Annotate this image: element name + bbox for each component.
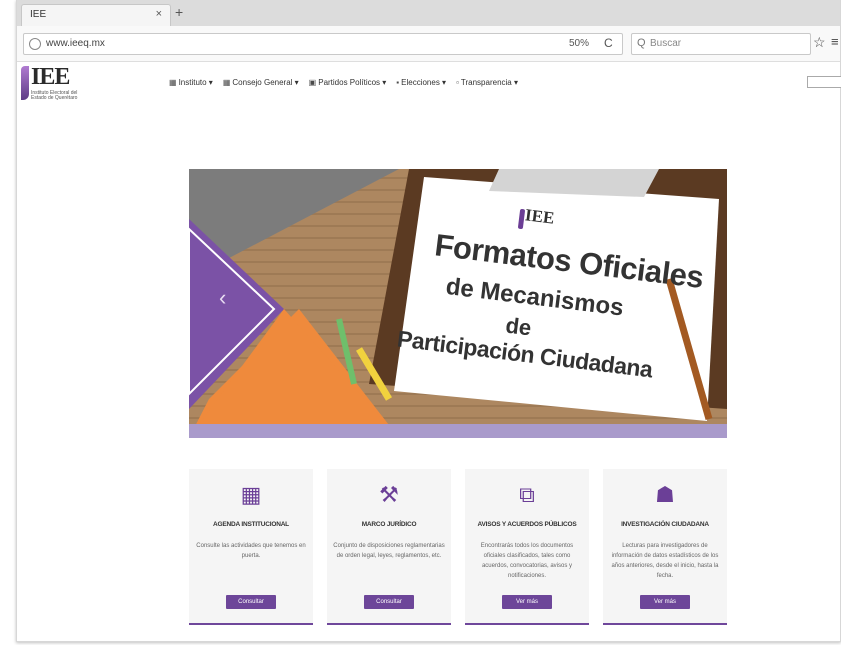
menu-consejo-icon: ▦: [222, 78, 231, 87]
card-description: Conjunto de disposiciones reglamentarias…: [333, 543, 445, 559]
card-title: INVESTIGACIÓN CIUDADANA: [621, 521, 709, 528]
menu-transparencia-icon: ▫: [456, 78, 459, 87]
reload-icon[interactable]: C: [604, 36, 613, 50]
card-avisos: ⧉ AVISOS Y ACUERDOS PÚBLICOS Encontrarás…: [465, 469, 589, 625]
site-info-icon[interactable]: [29, 38, 41, 50]
tab-close-icon[interactable]: ×: [156, 8, 162, 20]
card-button[interactable]: Ver más: [502, 595, 552, 609]
tab-strip: IEE × +: [17, 0, 840, 26]
menu-item-partidos[interactable]: ▣ Partidos Políticos ▾: [309, 78, 387, 87]
card-button[interactable]: Consultar: [364, 595, 414, 609]
main-menu: ▦ Instituto ▾ ▦ Consejo General ▾ ▣ Partido…: [169, 78, 518, 87]
menu-item-label: Transparencia ▾: [460, 78, 518, 87]
site-header: IEE Instituto Electoral del Estado de Qu…: [17, 62, 841, 104]
banner-carousel[interactable]: ‹ IEE Formatos Oficiales de Mecanismos d…: [189, 169, 727, 438]
address-bar[interactable]: www.ieeq.mx 50% C: [23, 33, 623, 55]
menu-elecciones-icon: ▪: [396, 78, 400, 87]
menu-icon[interactable]: ≡: [831, 34, 839, 49]
menu-item-label: Instituto ▾: [178, 78, 213, 87]
menu-item-label: Partidos Políticos ▾: [318, 78, 387, 87]
people-icon: ☗: [655, 482, 675, 507]
feature-cards: ▦ AGENDA INSTITUCIONAL Consulte las acti…: [189, 469, 727, 625]
bookmark-star-icon[interactable]: ☆: [813, 34, 826, 51]
logo-text: IEE: [31, 64, 70, 90]
documents-icon: ⧉: [519, 482, 535, 507]
card-description: Consulte las actividades que tenemos en …: [196, 543, 306, 559]
logo-mark-icon: [21, 66, 29, 100]
card-description: Encontrarás todos los documentos oficial…: [480, 543, 574, 579]
card-button[interactable]: Ver más: [640, 595, 690, 609]
new-tab-icon[interactable]: +: [175, 5, 183, 19]
card-title: AVISOS Y ACUERDOS PÚBLICOS: [477, 521, 577, 528]
menu-item-elecciones[interactable]: ▪ Elecciones ▾: [396, 78, 446, 87]
site-search-input[interactable]: [807, 76, 841, 88]
url-text[interactable]: www.ieeq.mx: [46, 38, 105, 49]
card-agenda: ▦ AGENDA INSTITUCIONAL Consulte las acti…: [189, 469, 313, 625]
navigation-bar: www.ieeq.mx 50% C Q Buscar ☆ ≡: [17, 26, 840, 62]
browser-search-input[interactable]: Q Buscar: [631, 33, 811, 55]
carousel-prev-icon[interactable]: ‹: [219, 287, 226, 309]
card-investigacion: ☗ INVESTIGACIÓN CIUDADANA Lecturas para …: [603, 469, 727, 625]
site-logo[interactable]: IEE Instituto Electoral del Estado de Qu…: [21, 64, 91, 101]
menu-item-label: Consejo General ▾: [232, 78, 299, 87]
banner-title: Formatos Oficiales de Mecanismos de Part…: [392, 211, 717, 438]
menu-partidos-icon: ▣: [308, 78, 317, 87]
tab-active[interactable]: IEE ×: [21, 4, 171, 26]
menu-item-label: Elecciones ▾: [401, 78, 447, 87]
card-title: MARCO JURÍDICO: [361, 521, 417, 528]
banner-line-3: de: [504, 312, 533, 341]
gavel-icon: ⚒: [379, 482, 399, 507]
search-placeholder: Buscar: [650, 38, 682, 49]
card-title: AGENDA INSTITUCIONAL: [213, 521, 289, 528]
menu-item-instituto[interactable]: ▦ Instituto ▾: [169, 78, 213, 87]
search-icon: Q: [637, 37, 646, 49]
menu-item-transparencia[interactable]: ▫ Transparencia ▾: [456, 78, 518, 87]
calendar-icon: ▦: [240, 482, 262, 507]
menu-instituto-icon: ▦: [169, 78, 177, 87]
logo-subtitle: Instituto Electoral del Estado de Querét…: [31, 90, 78, 101]
zoom-level[interactable]: 50%: [569, 38, 589, 49]
card-button[interactable]: Consultar: [226, 595, 276, 609]
card-marco-juridico: ⚒ MARCO JURÍDICO Conjunto de disposicion…: [327, 469, 451, 625]
card-description: Lecturas para investigadores de informac…: [611, 543, 719, 579]
tab-title: IEE: [30, 9, 47, 20]
menu-item-consejo-general[interactable]: ▦ Consejo General ▾: [223, 78, 299, 87]
